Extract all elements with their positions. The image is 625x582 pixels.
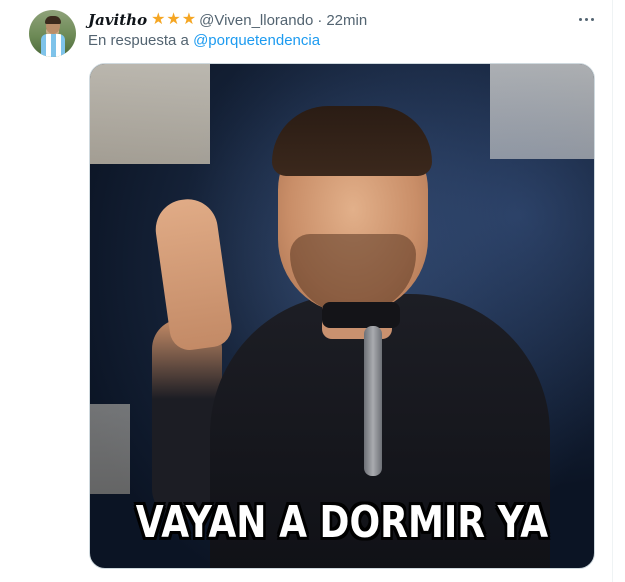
star-badges: ★ ★ ★: [151, 12, 196, 28]
avatar-shirt: [41, 34, 65, 57]
separator-dot: ·: [317, 11, 323, 29]
person-hair: [272, 106, 432, 176]
star-icon: ★: [151, 11, 166, 28]
star-icon: ★: [166, 11, 181, 28]
microphone: [364, 326, 382, 476]
bowtie: [322, 302, 400, 328]
timeline-frame: Javitho ★ ★ ★ @Viven_llorando · 22min En…: [0, 0, 613, 582]
more-icon-dot: [584, 17, 588, 21]
tweet-media-image[interactable]: VAYAN A DORMIR YA: [89, 63, 595, 569]
tweet-header: Javitho ★ ★ ★ @Viven_llorando · 22min: [88, 10, 367, 30]
star-icon: ★: [181, 11, 197, 28]
avatar[interactable]: [29, 10, 76, 57]
avatar-hair: [45, 16, 61, 24]
timestamp[interactable]: 22min: [326, 12, 367, 29]
tweet[interactable]: Javitho ★ ★ ★ @Viven_llorando · 22min En…: [0, 0, 612, 582]
reply-to-link[interactable]: @porquetendencia: [193, 32, 320, 49]
display-name[interactable]: Javitho: [88, 11, 147, 29]
more-options-button[interactable]: [574, 8, 598, 30]
reply-context: En respuesta a @porquetendencia: [88, 32, 320, 49]
user-handle[interactable]: @Viven_llorando: [199, 12, 313, 29]
meme-caption: VAYAN A DORMIR YA: [135, 497, 549, 548]
more-icon-dot: [590, 17, 594, 21]
reply-prefix: En respuesta a: [88, 32, 189, 49]
more-icon: [578, 17, 582, 21]
